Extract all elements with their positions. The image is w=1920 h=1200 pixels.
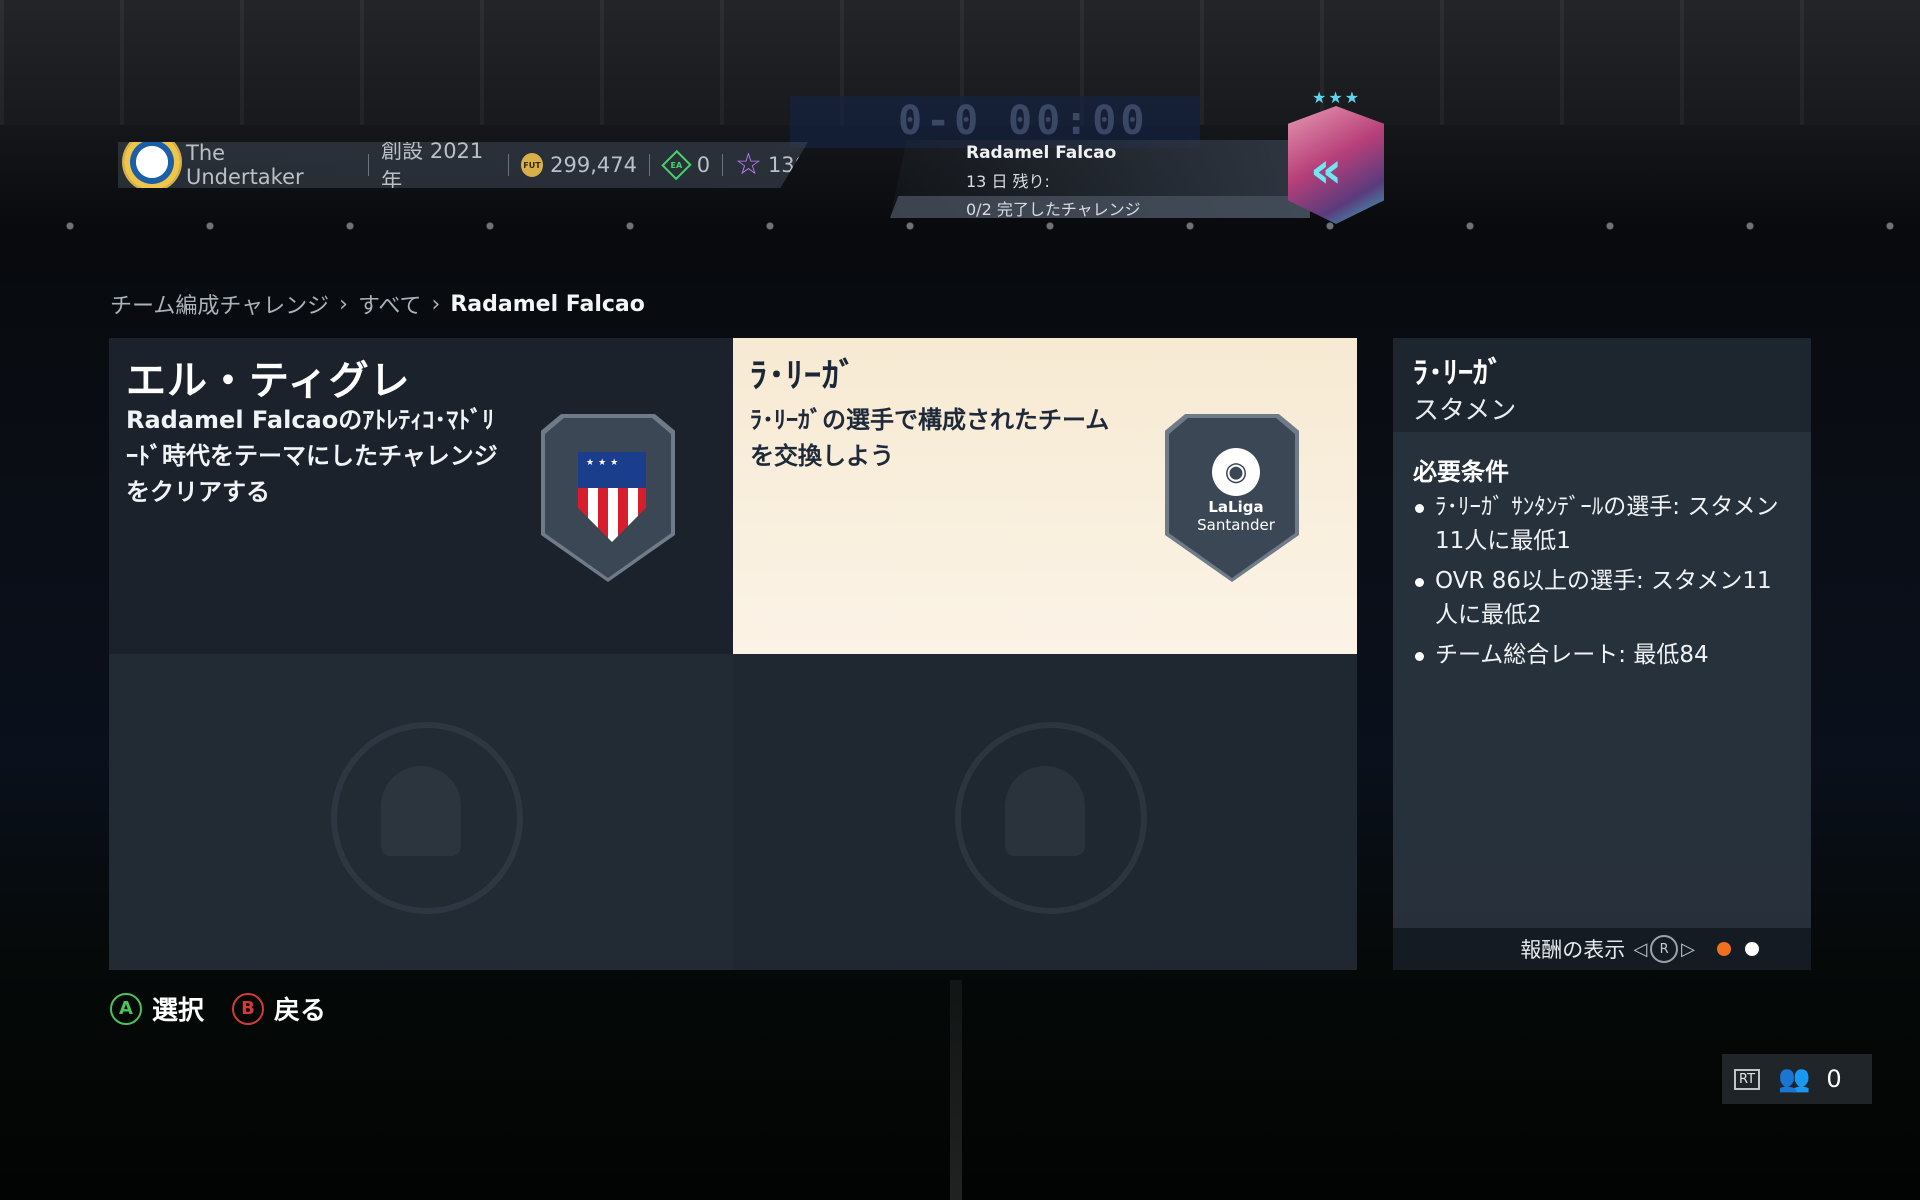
friends-online[interactable]: RT 👥 0 — [1722, 1054, 1872, 1104]
chevron-right-icon: › — [431, 291, 441, 317]
coin-icon: FUT — [520, 153, 544, 177]
a-button-icon: A — [110, 992, 142, 1025]
challenge-grid: エル・ティグレ Radamel Falcaoのｱﾄﾚﾃｨｺ･ﾏﾄﾞﾘｰﾄﾞ時代を… — [109, 338, 1357, 970]
card-stars-icon: ★★★ — [1312, 88, 1362, 107]
laliga-logo-icon: ◉ LaLiga Santander — [1186, 448, 1286, 534]
challenge-description: ﾗ･ﾘｰｶﾞの選手で構成されたチームを交換しよう — [750, 406, 1110, 470]
b-button-icon: B — [232, 992, 265, 1025]
breadcrumb-current: Radamel Falcao — [450, 291, 645, 317]
friends-icon: 👥 — [1778, 1064, 1811, 1094]
locked-group-icon — [955, 722, 1147, 914]
requirements-list: ﾗ･ﾘｰｶﾞ ｻﾝﾀﾝﾃﾞｰﾙの選手: スタメン11人に最低1 OVR 86以上… — [1413, 490, 1793, 678]
challenge-title: エル・ティグレ — [126, 358, 411, 404]
breadcrumb-item[interactable]: すべて — [358, 288, 422, 320]
ea-points-balance: 0 — [696, 153, 711, 177]
challenge-tile-empty — [733, 654, 1357, 970]
page-dot — [1745, 942, 1759, 956]
club-crest-icon — [124, 142, 180, 188]
requirements-heading: 必要条件 — [1413, 458, 1509, 486]
scoreboard-clock: 00:00 — [1008, 98, 1149, 144]
divider — [649, 154, 650, 176]
details-subtitle: スタメン — [1413, 396, 1517, 426]
atletico-badge-icon: ★★★ — [541, 414, 675, 582]
chevron-right-icon: › — [339, 291, 348, 317]
requirement-item: ﾗ･ﾘｰｶﾞ ｻﾝﾀﾝﾃﾞｰﾙの選手: スタメン11人に最低1 — [1413, 490, 1793, 558]
club-name: The Undertaker — [186, 141, 304, 189]
challenge-tile-la-liga[interactable]: ﾗ･ﾘｰｶﾞ ﾗ･ﾘｰｶﾞの選手で構成されたチームを交換しよう ◉ LaLiga… — [733, 338, 1357, 654]
sbc-progress-text: 0/2 完了したチャレンジ — [966, 200, 1141, 219]
requirement-item: OVR 86以上の選手: スタメン11人に最低2 — [1413, 564, 1793, 632]
sbc-summary: Radamel Falcao 13 日 残り: 0/2 完了したチャレンジ — [890, 140, 1310, 219]
challenge-title: ﾗ･ﾘｰｶﾞ — [750, 356, 857, 396]
divider — [507, 154, 509, 176]
divider — [368, 154, 370, 176]
controller-hints: A 選択 B 戻る — [110, 990, 354, 1027]
ea-points-icon: EA — [661, 149, 692, 181]
sbc-time-remaining: 13 日 残り: — [966, 172, 1050, 191]
challenge-tile-el-tigre[interactable]: エル・ティグレ Radamel Falcaoのｱﾄﾚﾃｨｺ･ﾏﾄﾞﾘｰﾄﾞ時代を… — [109, 338, 733, 654]
breadcrumb-item[interactable]: チーム編成チャレンジ — [110, 288, 329, 320]
sbc-player-name: Radamel Falcao — [966, 143, 1117, 163]
divider — [722, 154, 724, 176]
right-stick-icon: ◁ R ▷ — [1633, 935, 1695, 963]
select-label: 選択 — [152, 996, 205, 1026]
back-hint[interactable]: B 戻る — [232, 990, 326, 1027]
stadium-lights — [0, 220, 1920, 232]
fut-points-star-icon: ☆ — [735, 147, 762, 182]
laliga-badge-icon: ◉ LaLiga Santander — [1165, 414, 1299, 582]
challenge-description: Radamel Falcaoのｱﾄﾚﾃｨｺ･ﾏﾄﾞﾘｰﾄﾞ時代をテーマにしたチャ… — [126, 406, 498, 506]
challenge-tile-empty — [109, 654, 733, 970]
locked-group-icon — [331, 722, 523, 914]
friends-count: 0 — [1826, 1065, 1842, 1093]
club-header: The Undertaker 創設 2021年 FUT 299,474 EA 0… — [118, 142, 808, 188]
details-title: ﾗ･ﾘｰｶﾞ — [1413, 356, 1503, 391]
chevron-left-icon: « — [1310, 141, 1343, 199]
club-founded: 創設 2021年 — [381, 139, 484, 193]
rewards-toggle[interactable]: 報酬の表示 ◁ R ▷ — [1393, 928, 1811, 970]
page-dot-active — [1717, 942, 1731, 956]
atletico-crest-icon: ★★★ — [578, 452, 646, 542]
breadcrumb: チーム編成チャレンジ › すべて › Radamel Falcao — [110, 288, 645, 320]
select-hint[interactable]: A 選択 — [110, 990, 204, 1027]
back-label: 戻る — [274, 996, 327, 1026]
challenge-details-panel: ﾗ･ﾘｰｶﾞ スタメン 必要条件 ﾗ･ﾘｰｶﾞ ｻﾝﾀﾝﾃﾞｰﾙの選手: スタメ… — [1393, 338, 1811, 970]
details-header: ﾗ･ﾘｰｶﾞ スタメン — [1393, 338, 1811, 432]
requirement-item: チーム総合レート: 最低84 — [1413, 638, 1793, 672]
rewards-label: 報酬の表示 — [1520, 938, 1626, 962]
scoreboard-score: 0-0 — [898, 98, 983, 144]
coin-balance: 299,474 — [550, 153, 638, 177]
pitch-line — [950, 980, 962, 1200]
rt-trigger-icon: RT — [1734, 1068, 1761, 1090]
player-card-icon: « — [1288, 106, 1384, 224]
